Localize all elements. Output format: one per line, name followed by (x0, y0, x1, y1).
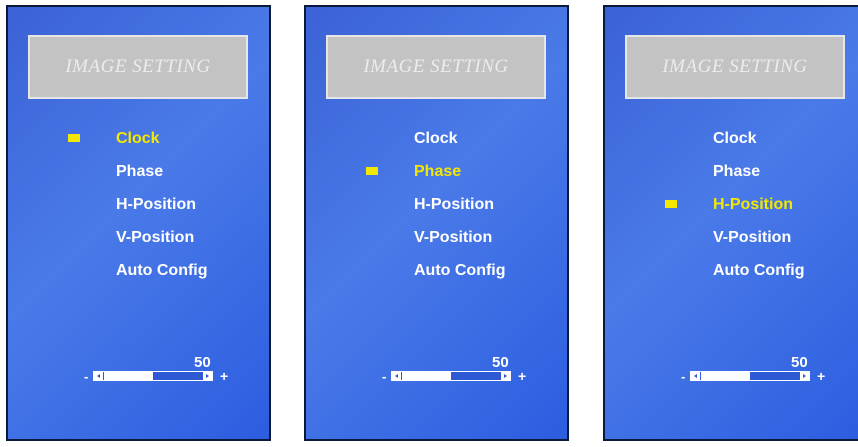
osd-title: IMAGE SETTING (363, 56, 509, 77)
menu-item-label: Clock (713, 130, 757, 147)
slider-right-arrow-icon[interactable] (500, 372, 510, 380)
slider-right-arrow-icon[interactable] (799, 372, 809, 380)
menu-item-label: V-Position (713, 229, 792, 246)
slider-track[interactable] (93, 371, 213, 381)
slider-value: 50 (791, 354, 808, 371)
osd-title-box: IMAGE SETTING (625, 35, 845, 99)
menu-item-v-position[interactable]: V-Position (116, 227, 208, 260)
osd-title: IMAGE SETTING (662, 56, 808, 77)
osd-title: IMAGE SETTING (65, 56, 211, 77)
slider-track[interactable] (690, 371, 810, 381)
osd-panel-clock: IMAGE SETTING Clock Phase H-Position V-P… (6, 5, 271, 441)
slider-left-arrow-icon[interactable] (392, 372, 402, 380)
menu-item-auto-config[interactable]: Auto Config (116, 260, 208, 293)
menu-item-h-position[interactable]: H-Position (414, 194, 506, 227)
menu-item-label: Clock (116, 130, 160, 147)
menu-item-phase[interactable]: Phase (713, 161, 805, 194)
selection-marker-icon (68, 134, 80, 142)
value-slider[interactable]: 50 - + (681, 354, 841, 384)
osd-panel-h-position: IMAGE SETTING Clock Phase H-Position V-P… (603, 5, 858, 441)
plus-icon[interactable]: + (220, 369, 228, 383)
menu-item-phase[interactable]: Phase (116, 161, 208, 194)
plus-icon[interactable]: + (518, 369, 526, 383)
menu-item-label: H-Position (414, 196, 494, 213)
menu-item-h-position[interactable]: H-Position (116, 194, 208, 227)
value-slider[interactable]: 50 - + (84, 354, 244, 384)
menu-item-label: Phase (713, 163, 761, 180)
menu-item-label: V-Position (414, 229, 493, 246)
menu-item-auto-config[interactable]: Auto Config (713, 260, 805, 293)
minus-icon[interactable]: - (84, 370, 88, 383)
plus-icon[interactable]: + (817, 369, 825, 383)
menu-item-v-position[interactable]: V-Position (414, 227, 506, 260)
osd-title-box: IMAGE SETTING (28, 35, 248, 99)
value-slider[interactable]: 50 - + (382, 354, 542, 384)
menu-item-label: V-Position (116, 229, 195, 246)
slider-left-arrow-icon[interactable] (94, 372, 104, 380)
menu-item-v-position[interactable]: V-Position (713, 227, 805, 260)
osd-menu: Clock Phase H-Position V-Position Auto C… (366, 128, 506, 293)
menu-item-label: Auto Config (713, 262, 805, 279)
menu-item-label: Clock (414, 130, 458, 147)
menu-item-label: Phase (414, 163, 462, 180)
osd-menu: Clock Phase H-Position V-Position Auto C… (68, 128, 208, 293)
menu-item-h-position[interactable]: H-Position (665, 194, 805, 227)
menu-item-label: H-Position (713, 196, 793, 213)
minus-icon[interactable]: - (681, 370, 685, 383)
menu-item-clock[interactable]: Clock (414, 128, 506, 161)
minus-icon[interactable]: - (382, 370, 386, 383)
osd-panel-phase: IMAGE SETTING Clock Phase H-Position V-P… (304, 5, 569, 441)
menu-item-auto-config[interactable]: Auto Config (414, 260, 506, 293)
slider-value: 50 (492, 354, 509, 371)
osd-title-box: IMAGE SETTING (326, 35, 546, 99)
slider-right-arrow-icon[interactable] (202, 372, 212, 380)
menu-item-phase[interactable]: Phase (366, 161, 506, 194)
osd-menu: Clock Phase H-Position V-Position Auto C… (665, 128, 805, 293)
selection-marker-icon (665, 200, 677, 208)
slider-value: 50 (194, 354, 211, 371)
selection-marker-icon (366, 167, 378, 175)
menu-item-label: Auto Config (414, 262, 506, 279)
menu-item-label: H-Position (116, 196, 196, 213)
slider-track[interactable] (391, 371, 511, 381)
menu-item-label: Auto Config (116, 262, 208, 279)
menu-item-label: Phase (116, 163, 164, 180)
menu-item-clock[interactable]: Clock (713, 128, 805, 161)
menu-item-clock[interactable]: Clock (68, 128, 208, 161)
slider-left-arrow-icon[interactable] (691, 372, 701, 380)
